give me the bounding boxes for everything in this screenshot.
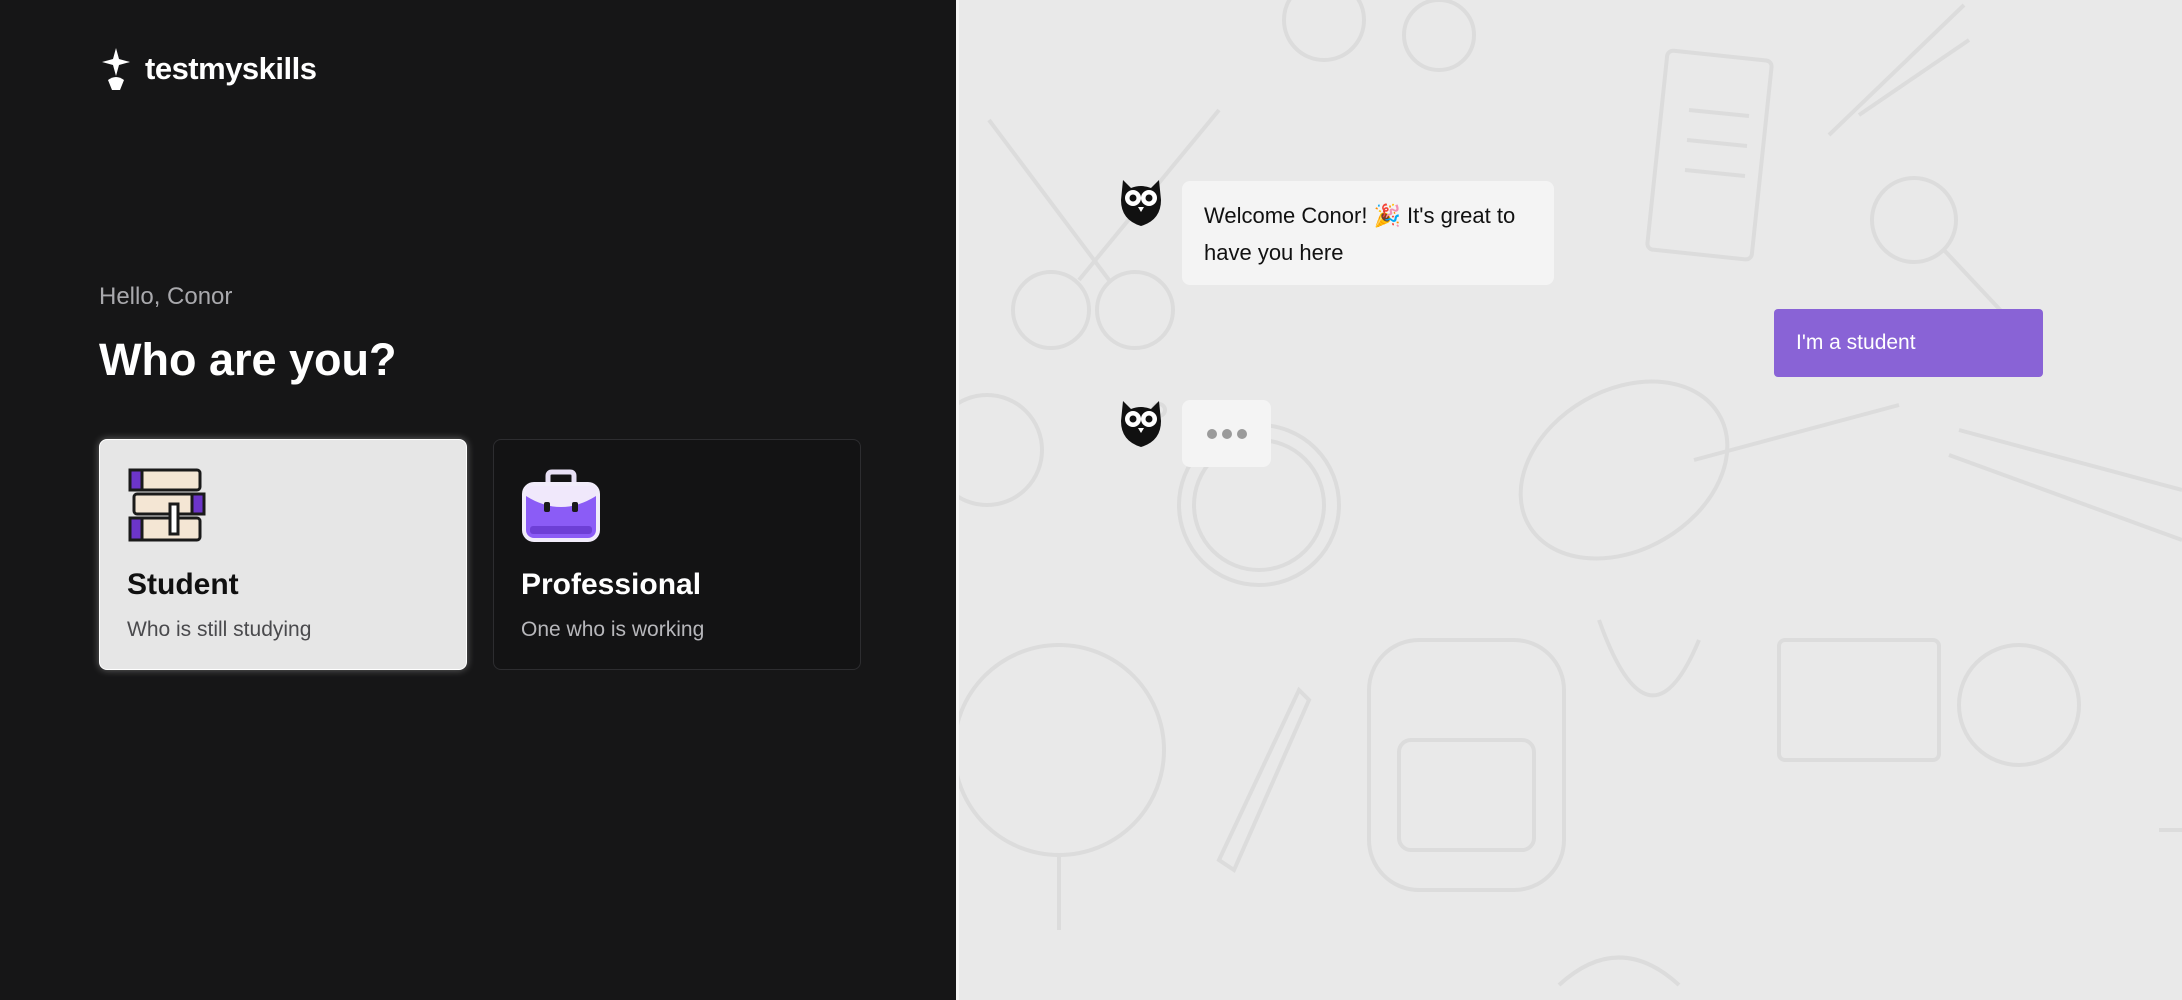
books-icon	[128, 468, 206, 542]
professional-option-title: Professional	[521, 568, 702, 601]
typing-dot	[1236, 428, 1247, 439]
onboarding-panel: testmyskills Hello, Conor Who are you? S…	[0, 0, 956, 1000]
owl-icon	[1121, 401, 1161, 447]
page-title: Who are you?	[99, 334, 397, 385]
sparkle-person-icon	[102, 48, 130, 90]
professional-option-card[interactable]: Professional One who is working	[493, 439, 861, 670]
student-option-subtitle: Who is still studying	[127, 618, 312, 641]
briefcase-icon	[522, 469, 600, 542]
school-doodles-background	[959, 0, 2182, 987]
greeting-text: Hello, Conor	[99, 283, 233, 310]
typing-dot	[1221, 428, 1232, 439]
student-option-title: Student	[127, 568, 239, 601]
typing-indicator	[1182, 400, 1271, 467]
owl-icon	[1121, 180, 1161, 226]
user-message-bubble: I'm a student	[1774, 309, 2043, 377]
chat-panel: Welcome Conor! 🎉 It's great to have you …	[959, 0, 2182, 1000]
professional-option-subtitle: One who is working	[521, 618, 705, 641]
brand-logo[interactable]: testmyskills	[97, 46, 317, 92]
brand-name: testmyskills	[145, 51, 317, 86]
bot-message-bubble: Welcome Conor! 🎉 It's great to have you …	[1182, 181, 1554, 285]
typing-dot	[1206, 428, 1217, 439]
student-option-card[interactable]: Student Who is still studying	[99, 439, 467, 670]
